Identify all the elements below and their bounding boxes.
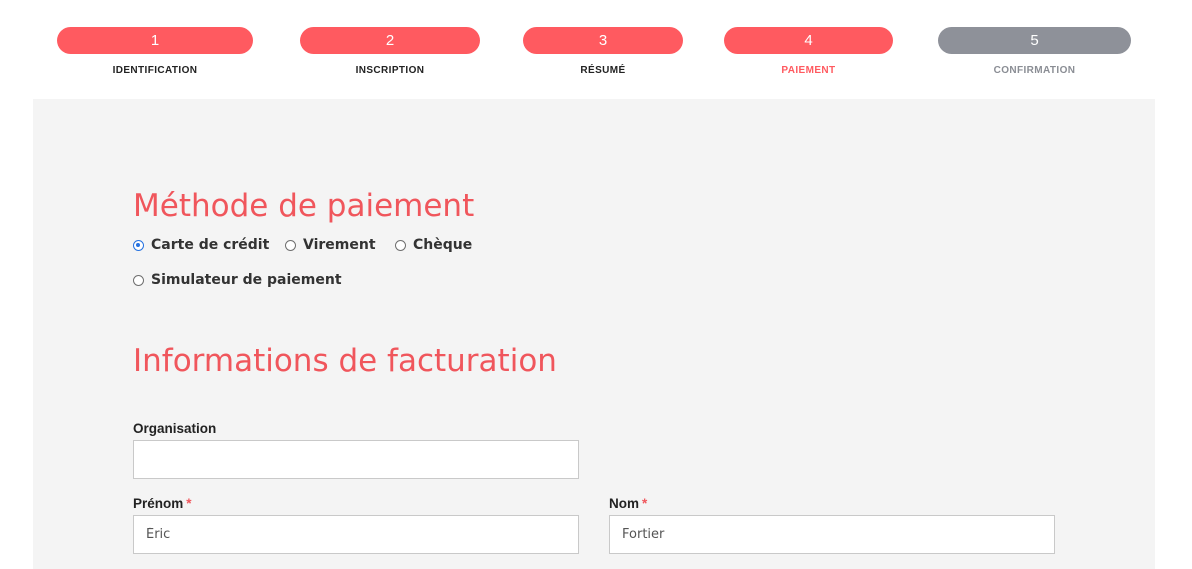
- step-identification[interactable]: 1 IDENTIFICATION: [57, 27, 253, 76]
- radio-checked-icon[interactable]: [133, 239, 144, 251]
- last-name-label: Nom *: [609, 496, 647, 511]
- step-1-label: IDENTIFICATION: [112, 65, 198, 76]
- radio-credit-card-label[interactable]: Carte de crédit: [151, 237, 269, 253]
- step-5-label: CONFIRMATION: [993, 65, 1076, 76]
- radio-cheque-label[interactable]: Chèque: [413, 237, 472, 253]
- step-4-pill[interactable]: 4: [724, 27, 893, 54]
- first-name-label-text: Prénom: [133, 496, 184, 511]
- radio-unchecked-icon[interactable]: [285, 239, 296, 251]
- step-inscription[interactable]: 2 INSCRIPTION: [300, 27, 480, 76]
- payment-method-title: Méthode de paiement: [133, 188, 475, 224]
- last-name-input[interactable]: [609, 515, 1055, 554]
- radio-unchecked-icon[interactable]: [133, 274, 144, 286]
- required-asterisk: *: [642, 496, 648, 511]
- step-3-pill[interactable]: 3: [523, 27, 683, 54]
- step-1-pill[interactable]: 1: [57, 27, 253, 54]
- last-name-label-text: Nom: [609, 496, 639, 511]
- required-asterisk: *: [186, 496, 192, 511]
- step-paiement[interactable]: 4 PAIEMENT: [724, 27, 893, 76]
- payment-form-panel: Méthode de paiement Carte de crédit Vire…: [33, 99, 1155, 569]
- radio-payment-simulator-label[interactable]: Simulateur de paiement: [151, 272, 342, 288]
- first-name-label: Prénom *: [133, 496, 192, 511]
- step-2-label: INSCRIPTION: [355, 65, 425, 76]
- step-3-label: RÉSUMÉ: [580, 65, 626, 76]
- step-resume[interactable]: 3 RÉSUMÉ: [523, 27, 683, 76]
- step-confirmation: 5 CONFIRMATION: [938, 27, 1131, 76]
- radio-unchecked-icon[interactable]: [395, 239, 406, 251]
- radio-bank-transfer[interactable]: Virement: [285, 235, 376, 255]
- step-5-pill: 5: [938, 27, 1131, 54]
- checkout-stepper: 1 IDENTIFICATION 2 INSCRIPTION 3 RÉSUMÉ …: [0, 0, 1192, 99]
- step-4-label: PAIEMENT: [781, 65, 836, 76]
- radio-payment-simulator[interactable]: Simulateur de paiement: [133, 270, 342, 290]
- billing-info-title: Informations de facturation: [133, 343, 557, 379]
- radio-cheque[interactable]: Chèque: [395, 235, 472, 255]
- organisation-input[interactable]: [133, 440, 579, 479]
- organisation-label-text: Organisation: [133, 421, 217, 436]
- step-2-pill[interactable]: 2: [300, 27, 480, 54]
- first-name-input[interactable]: [133, 515, 579, 554]
- radio-bank-transfer-label[interactable]: Virement: [303, 237, 376, 253]
- radio-credit-card[interactable]: Carte de crédit: [133, 235, 269, 255]
- organisation-label: Organisation: [133, 421, 216, 436]
